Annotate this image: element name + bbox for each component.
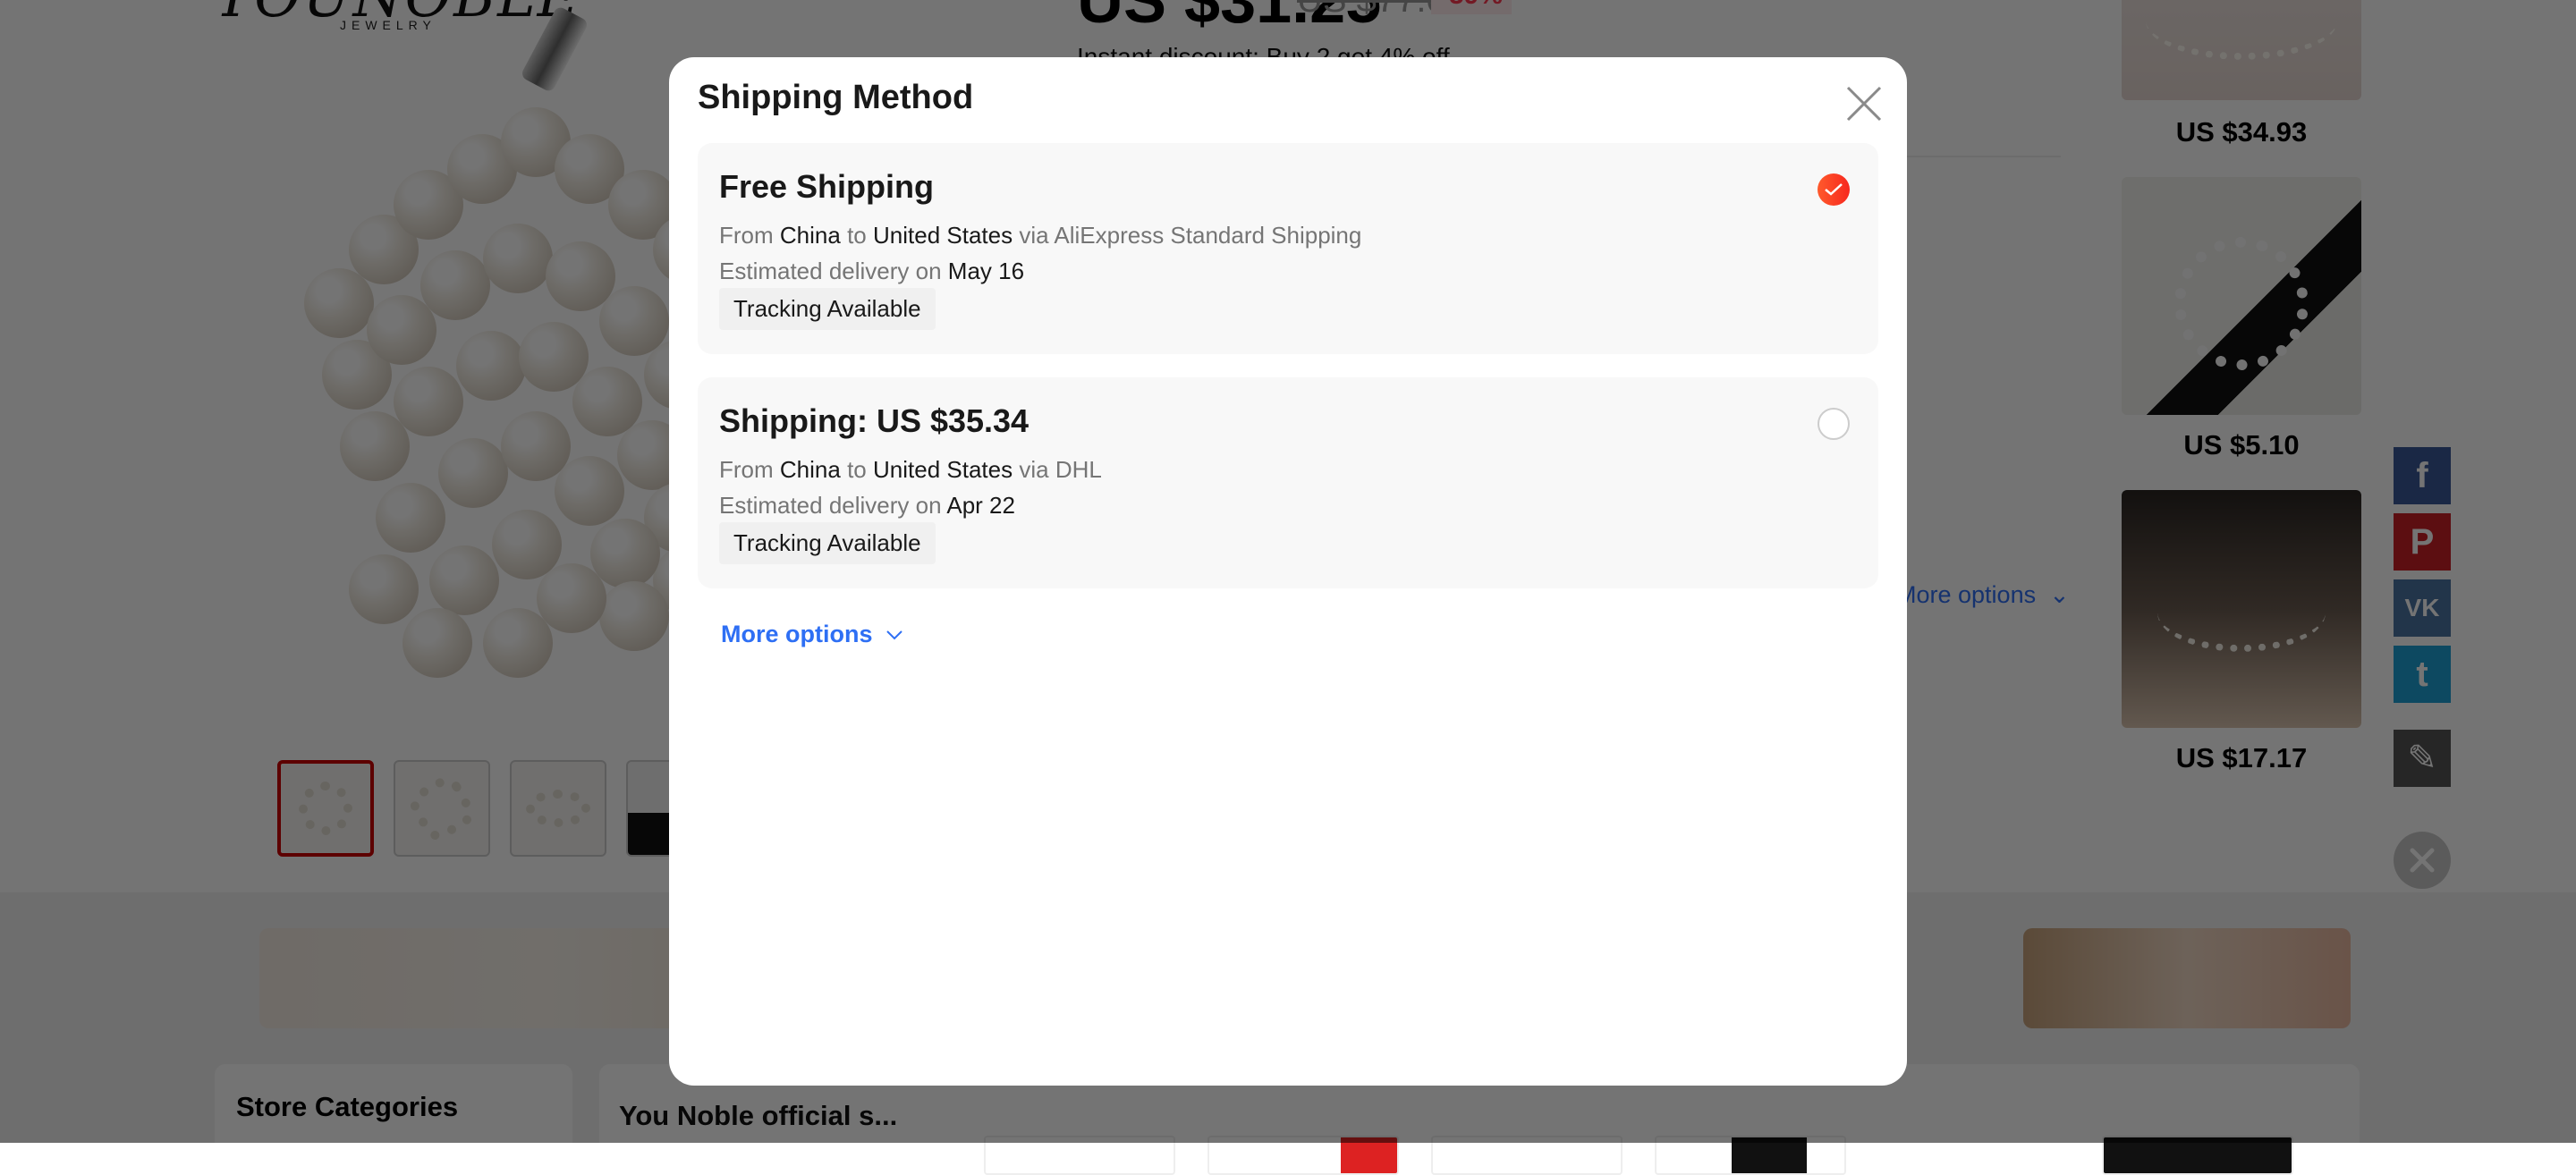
option-title: Shipping: US $35.34 <box>719 402 1030 439</box>
tracking-badge: Tracking Available <box>719 522 936 564</box>
modal-title: Shipping Method <box>698 79 974 116</box>
shipping-method-modal: Shipping Method Free Shipping From China… <box>669 57 1907 1086</box>
close-icon <box>1846 86 1882 122</box>
option-radio-unselected[interactable] <box>1818 408 1850 440</box>
tracking-badge: Tracking Available <box>719 288 936 330</box>
checkmark-icon <box>1825 183 1843 196</box>
option-radio-selected[interactable] <box>1818 173 1850 206</box>
chevron-down-icon <box>886 630 902 639</box>
option-title: Free Shipping <box>719 168 935 205</box>
option-delivery: Estimated delivery on May 16 <box>719 258 1025 284</box>
option-delivery: Estimated delivery on Apr 22 <box>719 492 1015 519</box>
close-modal-button[interactable] <box>1843 82 1885 125</box>
option-route: From China to United States via AliExpre… <box>719 222 1362 249</box>
shipping-option-free[interactable]: Free Shipping From China to United State… <box>698 143 1878 354</box>
more-options-label: More options <box>721 621 873 647</box>
shipping-option-dhl[interactable]: Shipping: US $35.34 From China to United… <box>698 377 1878 588</box>
more-options-link[interactable]: More options <box>721 621 903 648</box>
option-route: From China to United States via DHL <box>719 456 1102 483</box>
